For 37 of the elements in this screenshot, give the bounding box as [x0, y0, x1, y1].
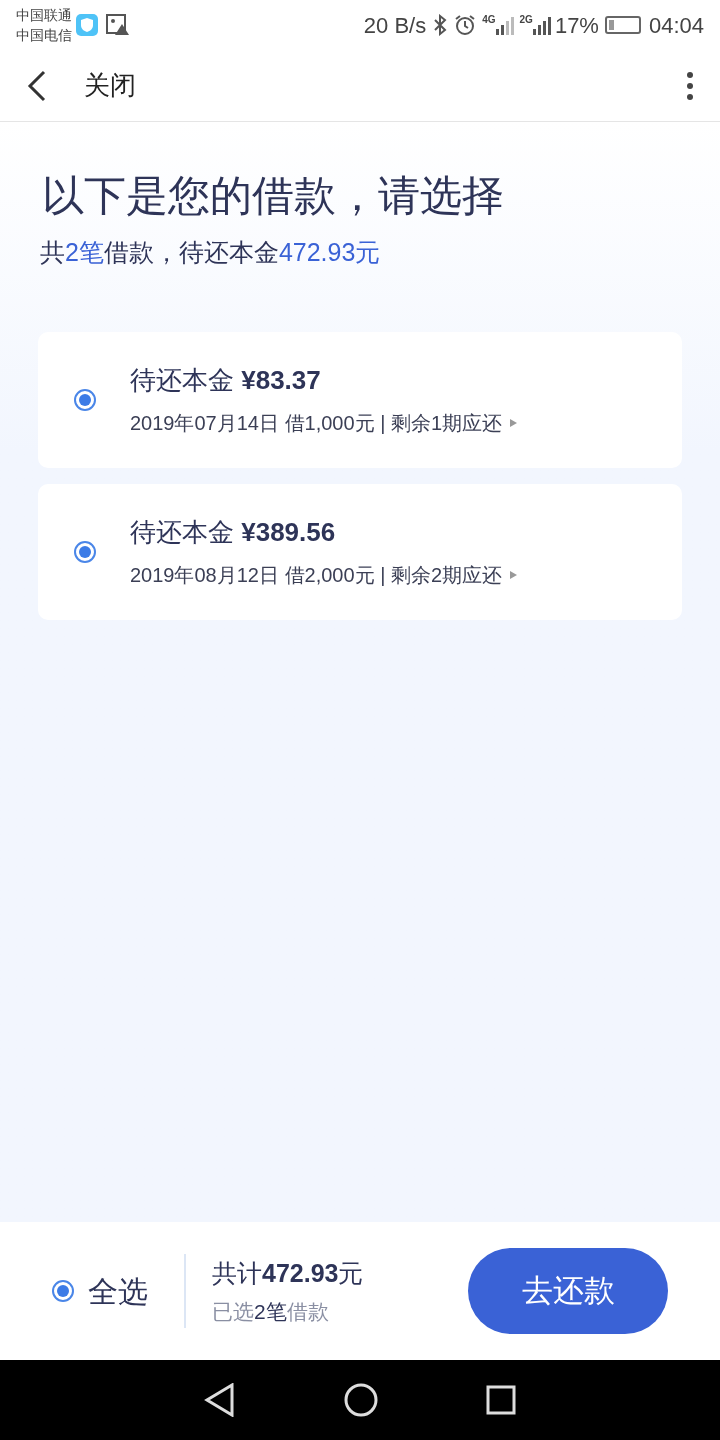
loan-details: 2019年07月14日 借1,000元 | 剩余1期应还 [130, 411, 503, 436]
image-warning-icon [106, 14, 130, 36]
network-type-label: 4G [482, 13, 496, 27]
more-icon[interactable] [686, 70, 694, 101]
back-icon[interactable] [26, 69, 48, 102]
home-nav-icon[interactable] [344, 1383, 378, 1417]
back-nav-icon[interactable] [204, 1383, 236, 1417]
carrier-name: 中国联通 [16, 6, 72, 25]
bluetooth-icon [432, 14, 449, 36]
shield-app-icon [76, 14, 98, 36]
total-amount: 共计472.93元 [212, 1257, 364, 1289]
loan-card[interactable]: 待还本金 ¥389.56 2019年08月12日 借2,000元 | 剩余2期应还 [38, 483, 682, 620]
principal-amount: 待还本金 ¥83.37 [130, 364, 322, 397]
signal-icon [532, 15, 551, 35]
network-speed: 20 B/s [363, 11, 427, 40]
triangle-right-icon [510, 571, 518, 579]
battery-percent: 17% [554, 11, 599, 40]
selected-count: 已选2笔借款 [212, 1299, 330, 1325]
select-all-label[interactable]: 全选 [88, 1268, 148, 1314]
select-all-radio[interactable] [52, 1280, 74, 1302]
battery-icon [604, 16, 641, 34]
close-link[interactable]: 关闭 [84, 66, 136, 105]
signal-icon [495, 15, 514, 35]
loan-card[interactable]: 待还本金 ¥83.37 2019年07月14日 借1,000元 | 剩余1期应还 [38, 331, 682, 468]
alarm-icon [454, 14, 477, 36]
loan-details: 2019年08月12日 借2,000元 | 剩余2期应还 [130, 563, 503, 588]
recents-nav-icon[interactable] [486, 1385, 516, 1415]
network-type-label: 2G [519, 13, 533, 27]
principal-amount: 待还本金 ¥389.56 [130, 516, 337, 549]
carrier-name: 中国电信 [16, 26, 72, 45]
triangle-right-icon [510, 419, 518, 427]
loan-summary: 共2笔借款，待还本金472.93元 [40, 237, 382, 268]
clock: 04:04 [648, 11, 704, 40]
page-heading: 以下是您的借款，请选择 [42, 171, 505, 221]
loan-radio[interactable] [74, 388, 96, 411]
repay-button[interactable]: 去还款 [468, 1248, 668, 1334]
loan-radio[interactable] [74, 540, 96, 563]
